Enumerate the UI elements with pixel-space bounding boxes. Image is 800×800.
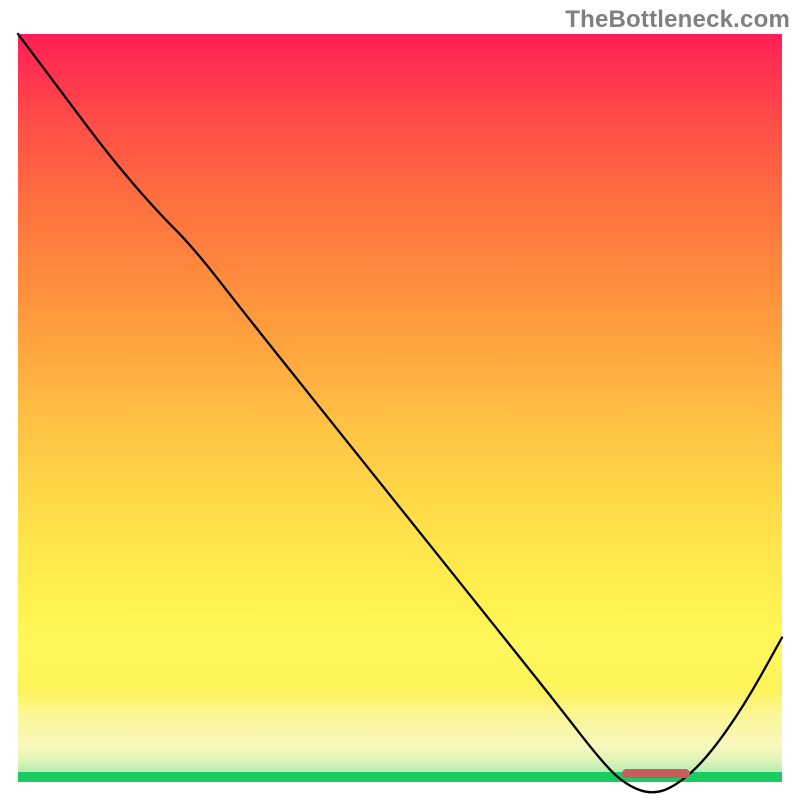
- bottleneck-curve: [18, 34, 782, 798]
- bottleneck-marker: [622, 769, 691, 778]
- chart-root: TheBottleneck.com: [0, 0, 800, 800]
- plot-area: [18, 34, 782, 782]
- watermark-text: TheBottleneck.com: [565, 6, 790, 34]
